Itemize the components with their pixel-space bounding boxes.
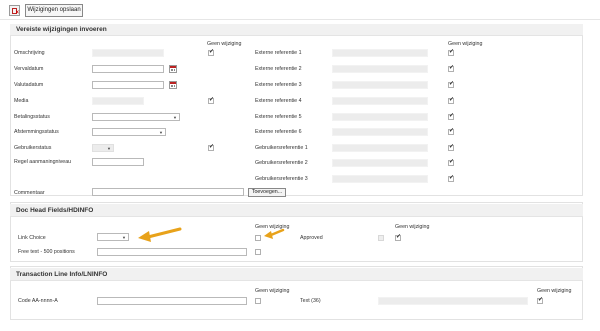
external-reference-5-no-change-checkbox[interactable]: [448, 113, 454, 120]
chevron-down-icon: ▼: [107, 146, 111, 151]
text36-field: [378, 297, 528, 305]
section-title-doc-head-fields: Doc Head Fields/HDINFO: [10, 204, 583, 217]
comment-label: Commentaar: [14, 190, 45, 196]
external-reference-2-no-change-checkbox[interactable]: [448, 65, 454, 72]
code-no-change-checkbox[interactable]: [255, 298, 261, 304]
external-reference-2-label: Externe referentie 2: [255, 66, 302, 72]
external-reference-2-field: [332, 65, 428, 73]
chevron-down-icon: ▼: [173, 115, 177, 120]
link-choice-select[interactable]: ▼: [97, 233, 129, 241]
approved-label: Approved: [300, 235, 323, 241]
no-change-header-text36: Geen wijziging: [537, 288, 572, 294]
user-status-select[interactable]: ▼: [92, 144, 114, 152]
user-reference-1-label: Gebruikersreferentie 1: [255, 145, 308, 151]
user-reference-3-label: Gebruikersreferentie 3: [255, 176, 308, 182]
text36-no-change-checkbox[interactable]: [537, 297, 543, 304]
user-reference-3-no-change-checkbox[interactable]: [448, 175, 454, 182]
user-reference-2-no-change-checkbox[interactable]: [448, 159, 454, 166]
payment-status-select[interactable]: ▼: [92, 113, 180, 121]
user-reference-1-no-change-checkbox[interactable]: [448, 144, 454, 151]
media-field: [92, 97, 144, 105]
calendar-icon[interactable]: [169, 81, 177, 89]
no-change-header-approved: Geen wijziging: [395, 224, 430, 230]
calendar-icon[interactable]: [169, 65, 177, 73]
section-title-transaction-line-info: Transaction Line Info/LNINFO: [10, 268, 583, 281]
external-reference-4-label: Externe referentie 4: [255, 98, 302, 104]
description-no-change-checkbox[interactable]: [208, 49, 214, 56]
code-input[interactable]: [97, 297, 247, 305]
external-reference-4-no-change-checkbox[interactable]: [448, 97, 454, 104]
external-reference-6-label: Externe referentie 6: [255, 129, 302, 135]
description-label: Omschrijving: [14, 50, 45, 56]
free-text-input[interactable]: [97, 248, 247, 256]
external-reference-5-label: Externe referentie 5: [255, 114, 302, 120]
value-date-input[interactable]: [92, 81, 164, 89]
chevron-down-icon: ▼: [159, 130, 163, 135]
user-reference-2-label: Gebruikersreferentie 2: [255, 160, 308, 166]
dunning-level-label: Regel aanmaningniveau: [14, 159, 72, 165]
reconciliation-status-label: Afstemmingsstatus: [14, 129, 59, 135]
section-title-required-changes: Vereiste wijzigingen invoeren: [10, 24, 583, 36]
media-no-change-checkbox[interactable]: [208, 97, 214, 104]
link-choice-label: Link Choice: [18, 235, 46, 241]
user-status-no-change-checkbox[interactable]: [208, 144, 214, 151]
external-reference-3-label: Externe referentie 3: [255, 82, 302, 88]
user-reference-1-field: [332, 144, 428, 152]
external-reference-6-field: [332, 128, 428, 136]
free-text-label: Free text - 500 positions: [18, 249, 75, 255]
external-reference-6-no-change-checkbox[interactable]: [448, 128, 454, 135]
dunning-level-input[interactable]: [92, 158, 144, 166]
free-text-no-change-checkbox[interactable]: [255, 249, 261, 255]
no-change-header-code: Geen wijziging: [255, 288, 290, 294]
value-date-label: Valutadatum: [14, 82, 44, 88]
media-label: Media: [14, 98, 29, 104]
link-choice-no-change-checkbox[interactable]: [255, 235, 261, 241]
add-comment-button[interactable]: Toevoegen...: [248, 188, 286, 197]
close-form-icon[interactable]: ×: [9, 5, 20, 16]
due-date-label: Vervaldatum: [14, 66, 44, 72]
reconciliation-status-select[interactable]: ▼: [92, 128, 166, 136]
external-reference-3-no-change-checkbox[interactable]: [448, 81, 454, 88]
approved-no-change-checkbox[interactable]: [395, 234, 401, 241]
payment-status-label: Betalingsstatus: [14, 114, 50, 120]
external-reference-4-field: [332, 97, 428, 105]
arrow-pointer-icon: [138, 227, 182, 242]
arrow-pointer-icon: [264, 228, 285, 239]
comment-input[interactable]: [92, 188, 244, 196]
code-label: Code AA-nnnn-A: [18, 298, 58, 304]
text36-label: Text (36): [300, 298, 321, 304]
external-reference-1-field: [332, 49, 428, 57]
external-reference-1-label: Externe referentie 1: [255, 50, 302, 56]
toolbar: × Wijzigingen opslaan: [0, 0, 600, 20]
user-reference-3-field: [332, 175, 428, 183]
due-date-input[interactable]: [92, 65, 164, 73]
user-status-label: Gebruikerstatus: [14, 145, 52, 151]
external-reference-1-no-change-checkbox[interactable]: [448, 49, 454, 56]
external-reference-5-field: [332, 113, 428, 121]
approved-checkbox[interactable]: [378, 235, 384, 241]
no-change-header-right: Geen wijziging: [448, 41, 483, 47]
external-reference-3-field: [332, 81, 428, 89]
no-change-header-left: Geen wijziging: [207, 41, 242, 47]
description-field: [92, 49, 164, 57]
save-changes-button[interactable]: Wijzigingen opslaan: [25, 4, 83, 17]
chevron-down-icon: ▼: [122, 235, 126, 240]
user-reference-2-field: [332, 159, 428, 167]
